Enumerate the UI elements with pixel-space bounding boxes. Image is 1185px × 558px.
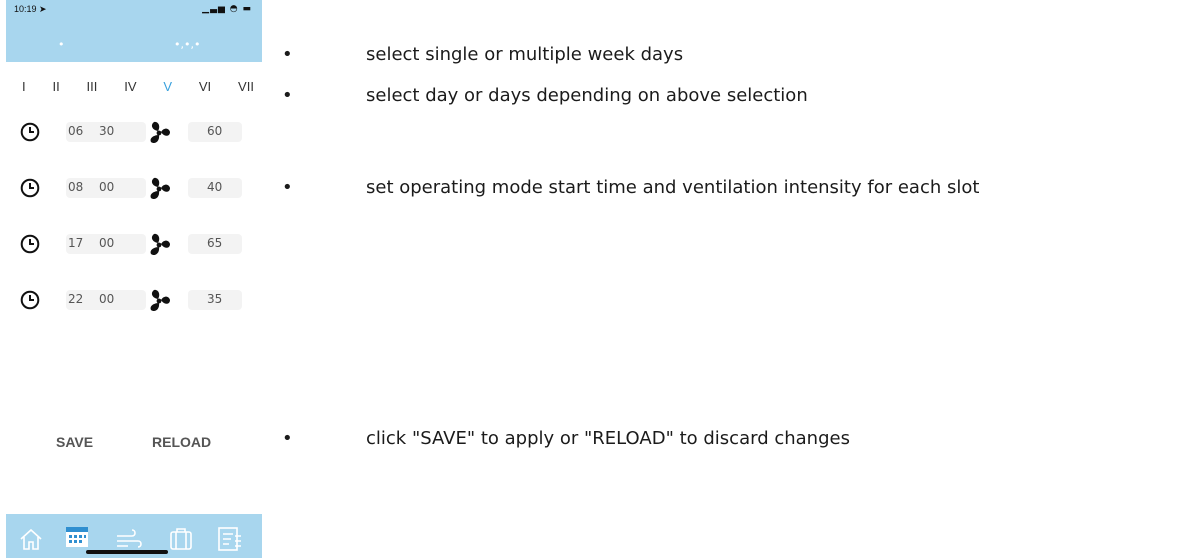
calendar-icon[interactable]	[62, 522, 92, 552]
settings-list-icon[interactable]	[214, 524, 244, 554]
minute-picker[interactable]: 30	[99, 124, 114, 138]
status-icons: ▁▃▅ ◓ ▬	[202, 4, 252, 14]
slot-row-4: 22 00 35	[20, 288, 250, 318]
multi-day-mode-button[interactable]: •,•,•	[174, 38, 200, 51]
intensity-picker[interactable]: 40	[207, 180, 222, 194]
fan-icon	[150, 177, 170, 200]
note-text: set operating mode start time and ventil…	[366, 177, 980, 198]
note-bullet: •	[282, 428, 293, 449]
location-icon: ➤	[39, 4, 47, 14]
weekday-vi[interactable]: VI	[199, 79, 211, 94]
intensity-picker[interactable]: 65	[207, 236, 222, 250]
note-bullet: •	[282, 177, 293, 198]
note-text: click "SAVE" to apply or "RELOAD" to dis…	[366, 428, 850, 449]
clock-icon	[20, 178, 40, 198]
weekday-ii[interactable]: II	[52, 79, 59, 94]
hour-picker[interactable]: 06	[68, 124, 83, 138]
clock-icon	[20, 290, 40, 310]
slot-row-2: 08 00 40	[20, 176, 250, 206]
weekday-vii[interactable]: VII	[238, 79, 254, 94]
top-bar: 10:19 ➤ ▁▃▅ ◓ ▬ • •,•,•	[6, 0, 262, 62]
note-text: select day or days depending on above se…	[366, 85, 808, 106]
fan-icon	[150, 121, 170, 144]
save-button[interactable]: SAVE	[56, 434, 93, 450]
hour-picker[interactable]: 17	[68, 236, 83, 250]
clock-icon	[20, 122, 40, 142]
hour-picker[interactable]: 08	[68, 180, 83, 194]
clock-icon	[20, 234, 40, 254]
minute-picker[interactable]: 00	[99, 180, 114, 194]
note-text: select single or multiple week days	[366, 44, 684, 65]
single-day-mode-button[interactable]: •	[58, 38, 65, 51]
slot-row-1: 06 30 60	[20, 120, 250, 150]
minute-picker[interactable]: 00	[99, 236, 114, 250]
note-bullet: •	[282, 85, 293, 106]
note-bullet: •	[282, 44, 293, 65]
minute-picker[interactable]: 00	[99, 292, 114, 306]
slot-row-3: 17 00 65	[20, 232, 250, 262]
fan-icon	[150, 289, 170, 312]
hour-picker[interactable]: 22	[68, 292, 83, 306]
weekday-iii[interactable]: III	[87, 79, 98, 94]
intensity-picker[interactable]: 35	[207, 292, 222, 306]
weekday-iv[interactable]: IV	[124, 79, 136, 94]
fan-icon	[150, 233, 170, 256]
intensity-picker[interactable]: 60	[207, 124, 222, 138]
weekday-i[interactable]: I	[22, 79, 26, 94]
home-icon[interactable]	[16, 524, 46, 554]
home-indicator	[86, 550, 168, 554]
reload-button[interactable]: RELOAD	[152, 434, 211, 450]
phone-screen: 10:19 ➤ ▁▃▅ ◓ ▬ • •,•,• I II III IV V VI…	[0, 0, 262, 558]
weekday-v[interactable]: V	[163, 79, 172, 94]
weekday-selector: I II III IV V VI VII	[22, 79, 254, 94]
time-label: 10:19	[14, 4, 37, 14]
status-time: 10:19 ➤	[14, 4, 47, 15]
suitcase-icon[interactable]	[166, 524, 196, 554]
